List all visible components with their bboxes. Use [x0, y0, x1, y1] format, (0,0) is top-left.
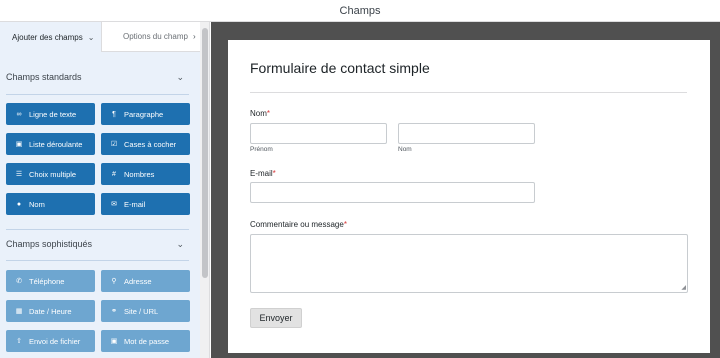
- field-button-label: Site / URL: [124, 306, 159, 316]
- chevron-down-icon: ⌄: [176, 238, 184, 249]
- add-field-multiple-choice-button[interactable]: ☰ Choix multiple: [6, 163, 95, 185]
- name-label-text: Nom: [250, 109, 267, 118]
- advanced-fields-header[interactable]: Champs sophistiqués ⌄: [0, 231, 200, 257]
- email-label-text: E-mail: [250, 169, 273, 178]
- window-title: Champs: [339, 5, 381, 17]
- add-field-password-button[interactable]: ▣ Mot de passe: [101, 330, 190, 352]
- add-field-dropdown-button[interactable]: ▣ Liste déroulante: [6, 133, 95, 155]
- field-button-label: Date / Heure: [29, 306, 72, 316]
- field-button-label: Mot de passe: [124, 336, 170, 346]
- last-name-input[interactable]: [398, 123, 535, 144]
- add-field-url-button[interactable]: ⚭ Site / URL: [101, 300, 190, 322]
- mail-icon: ✉: [111, 201, 117, 208]
- field-button-label: Cases à cocher: [124, 139, 177, 149]
- field-button-label: Nom: [29, 199, 45, 209]
- tab-field-options[interactable]: Options du champ ›: [101, 22, 200, 52]
- text-line-icon: ∞: [16, 110, 22, 118]
- fields-sidebar: Ajouter des champs ⌄ Options du champ › …: [0, 22, 210, 358]
- sidebar-tabs: Ajouter des champs ⌄ Options du champ ›: [0, 22, 200, 52]
- first-name-input[interactable]: [250, 123, 387, 144]
- advanced-fields-title: Champs sophistiqués: [6, 239, 93, 249]
- add-field-email-button[interactable]: ✉ E-mail: [101, 193, 190, 215]
- calendar-icon: ▦: [15, 308, 23, 315]
- resize-handle-icon[interactable]: ◢: [681, 285, 686, 291]
- tab-add-fields[interactable]: Ajouter des champs ⌄: [0, 22, 101, 52]
- field-button-label: Adresse: [124, 276, 152, 286]
- add-field-checkboxes-button[interactable]: ☑ Cases à cocher: [101, 133, 190, 155]
- scrollbar-thumb[interactable]: [202, 28, 208, 278]
- section-divider: [6, 260, 189, 261]
- checkbox-icon: ☑: [110, 141, 118, 148]
- form-title[interactable]: Formulaire de contact simple: [250, 60, 430, 76]
- last-name-sublabel: Nom: [398, 146, 412, 153]
- field-button-label: Envoi de fichier: [29, 336, 81, 346]
- comment-textarea[interactable]: ◢: [250, 234, 688, 293]
- chevron-right-icon: ›: [192, 32, 196, 41]
- list-icon: ☰: [15, 171, 23, 178]
- add-field-file-upload-button[interactable]: ⇧ Envoi de fichier: [6, 330, 95, 352]
- chevron-down-icon: ⌄: [87, 32, 95, 42]
- field-button-label: Paragraphe: [124, 109, 164, 119]
- form-preview-area: Formulaire de contact simple Nom* Prénom…: [211, 22, 720, 358]
- add-field-phone-button[interactable]: ✆ Téléphone: [6, 270, 95, 292]
- required-marker: *: [343, 220, 347, 229]
- email-field-label: E-mail*: [250, 169, 276, 178]
- upload-icon: ⇧: [16, 338, 22, 345]
- submit-button[interactable]: Envoyer: [250, 308, 302, 328]
- email-input[interactable]: [250, 182, 535, 203]
- form-title-divider: [250, 92, 687, 93]
- section-divider: [6, 229, 189, 230]
- add-field-paragraph-button[interactable]: ¶ Paragraphe: [101, 103, 190, 125]
- tab-add-fields-label: Ajouter des champs: [12, 32, 83, 42]
- name-field-label: Nom*: [250, 109, 270, 118]
- link-icon: ⚭: [111, 308, 117, 315]
- section-divider: [6, 94, 189, 95]
- add-field-address-button[interactable]: ⚲ Adresse: [101, 270, 190, 292]
- form-preview-card: Formulaire de contact simple Nom* Prénom…: [228, 40, 710, 353]
- field-button-label: E-mail: [124, 199, 146, 209]
- paragraph-icon: ¶: [112, 110, 116, 118]
- add-field-name-button[interactable]: ● Nom: [6, 193, 95, 215]
- field-button-label: Ligne de texte: [29, 109, 77, 119]
- add-field-numbers-button[interactable]: # Nombres: [101, 163, 190, 185]
- required-marker: *: [266, 109, 271, 118]
- chevron-down-icon: ⌄: [176, 71, 184, 82]
- field-button-label: Nombres: [124, 169, 155, 179]
- user-icon: ●: [16, 200, 22, 208]
- field-button-label: Liste déroulante: [29, 139, 83, 149]
- map-pin-icon: ⚲: [111, 278, 117, 285]
- standard-fields-title: Champs standards: [6, 72, 82, 82]
- comment-field-label: Commentaire ou message*: [250, 220, 347, 229]
- hash-icon: #: [112, 170, 116, 178]
- tab-field-options-label: Options du champ: [123, 32, 188, 41]
- phone-icon: ✆: [16, 278, 22, 285]
- sidebar-scrollbar[interactable]: [200, 22, 209, 358]
- required-marker: *: [272, 169, 276, 178]
- dropdown-icon: ▣: [15, 141, 23, 148]
- field-button-label: Téléphone: [29, 276, 65, 286]
- title-bar: Champs: [0, 0, 720, 22]
- standard-fields-header[interactable]: Champs standards ⌄: [0, 64, 200, 90]
- field-button-label: Choix multiple: [29, 169, 77, 179]
- first-name-sublabel: Prénom: [250, 146, 273, 153]
- lock-icon: ▣: [110, 338, 118, 345]
- add-field-date-time-button[interactable]: ▦ Date / Heure: [6, 300, 95, 322]
- add-field-text-line-button[interactable]: ∞ Ligne de texte: [6, 103, 95, 125]
- comment-label-text: Commentaire ou message: [250, 220, 344, 229]
